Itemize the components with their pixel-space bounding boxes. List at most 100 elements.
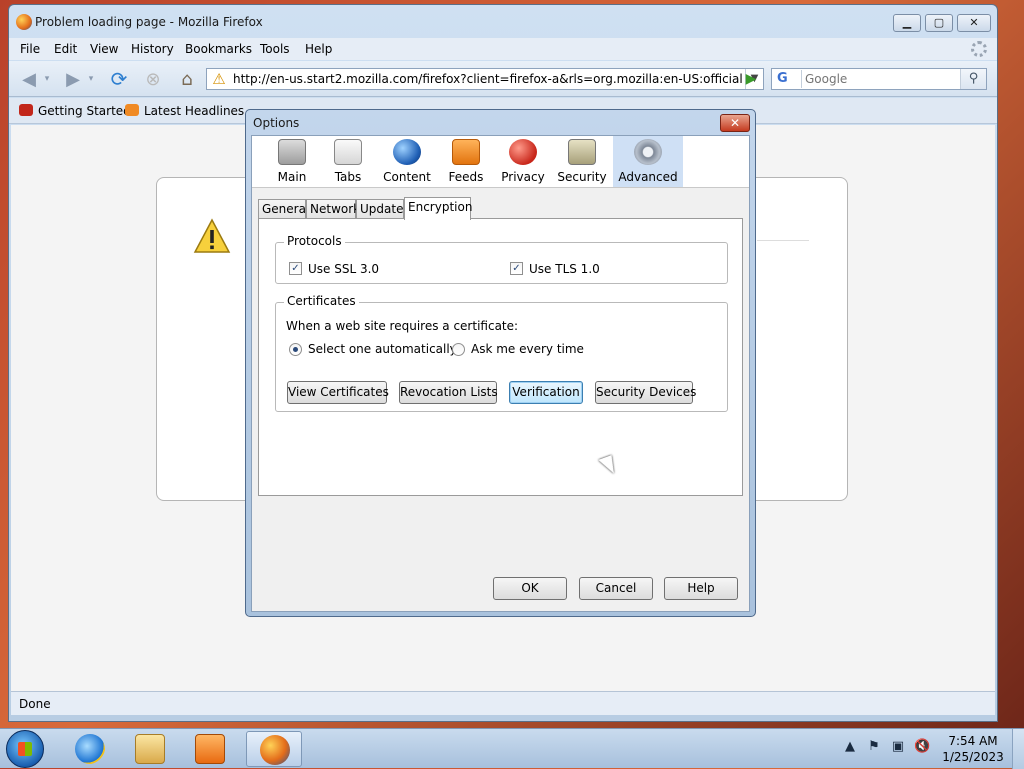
- help-button[interactable]: Help: [664, 577, 738, 600]
- options-dialog: Options ✕ Main Tabs Content Feeds Privac…: [245, 109, 756, 617]
- tab-update[interactable]: Update: [356, 199, 404, 219]
- taskbar-firefox[interactable]: [246, 731, 302, 767]
- network-icon[interactable]: ▣: [890, 739, 906, 755]
- tab-general[interactable]: General: [258, 199, 309, 219]
- menu-edit[interactable]: Edit: [54, 42, 77, 56]
- search-icon[interactable]: ⚲: [960, 69, 986, 89]
- ask-every-time-radio[interactable]: [452, 343, 465, 356]
- tls-checkbox[interactable]: ✓: [510, 262, 523, 275]
- pane-content[interactable]: Content: [377, 136, 437, 187]
- minimize-button[interactable]: ▁: [893, 14, 921, 32]
- bookmark-latest-headlines[interactable]: Latest Headlines: [125, 104, 244, 118]
- pane-privacy[interactable]: Privacy: [493, 136, 553, 187]
- url-text[interactable]: http://en-us.start2.mozilla.com/firefox?…: [233, 72, 743, 86]
- taskbar-internet-explorer[interactable]: [62, 731, 118, 767]
- pane-label: Tabs: [334, 170, 362, 184]
- certificates-group: Certificates When a web site requires a …: [275, 294, 728, 412]
- forward-icon[interactable]: ▶: [61, 67, 85, 91]
- dialog-title: Options: [253, 116, 300, 130]
- dialog-close-button[interactable]: ✕: [720, 114, 750, 132]
- protocols-label: Protocols: [284, 234, 345, 248]
- tabs-pane-icon: [334, 139, 362, 165]
- taskbar-media-player[interactable]: [182, 731, 238, 767]
- view-certificates-button[interactable]: View Certificates: [287, 381, 389, 404]
- menu-file[interactable]: File: [20, 42, 40, 56]
- go-icon[interactable]: ▶: [741, 68, 761, 90]
- pane-selector: Main Tabs Content Feeds Privacy Security: [252, 136, 749, 188]
- ok-button[interactable]: OK: [493, 577, 567, 600]
- ssl-label: Use SSL 3.0: [308, 262, 380, 276]
- action-center-flag-icon[interactable]: ⚑: [866, 739, 882, 755]
- url-bar[interactable]: ⚠ http://en-us.start2.mozilla.com/firefo…: [206, 68, 764, 90]
- firefox-icon: [260, 735, 290, 765]
- firefox-icon: [16, 14, 32, 30]
- menu-bookmarks[interactable]: Bookmarks: [185, 42, 252, 56]
- cancel-button[interactable]: Cancel: [579, 577, 653, 600]
- pane-label: Security: [557, 170, 607, 184]
- home-icon[interactable]: ⌂: [175, 67, 199, 91]
- pane-label: Feeds: [448, 170, 484, 184]
- show-hidden-icons-icon[interactable]: ▲: [842, 739, 858, 755]
- menu-help[interactable]: Help: [305, 42, 332, 56]
- search-input[interactable]: [805, 70, 955, 88]
- tls-label: Use TLS 1.0: [529, 262, 600, 276]
- warning-icon: [193, 218, 231, 253]
- maximize-button[interactable]: ▢: [925, 14, 953, 32]
- menu-tools[interactable]: Tools: [260, 42, 290, 56]
- tab-encryption[interactable]: Encryption: [404, 197, 472, 220]
- select-automatically-label: Select one automatically: [308, 342, 457, 356]
- pane-security[interactable]: Security: [552, 136, 612, 187]
- throbber-icon: [971, 41, 987, 57]
- pane-label: Privacy: [501, 170, 545, 184]
- stop-icon[interactable]: ⊗: [141, 67, 165, 91]
- close-button[interactable]: ✕: [957, 14, 991, 32]
- pane-label: Content: [383, 170, 431, 184]
- ssl-checkbox[interactable]: ✓: [289, 262, 302, 275]
- internet-explorer-icon: [75, 734, 105, 764]
- pane-advanced[interactable]: Advanced: [613, 136, 683, 187]
- forward-history-chevron-icon[interactable]: ▾: [85, 67, 97, 91]
- privacy-icon: [509, 139, 537, 165]
- ask-every-time-label: Ask me every time: [471, 342, 584, 356]
- bookmark-getting-started[interactable]: Getting Started: [19, 104, 131, 118]
- back-icon[interactable]: ◀: [17, 67, 41, 91]
- bookmark-label: Getting Started: [38, 104, 131, 118]
- taskbar-explorer[interactable]: [122, 731, 178, 767]
- feeds-icon: [452, 139, 480, 165]
- clock-date: 1/25/2023: [942, 750, 1004, 764]
- security-devices-button[interactable]: Security Devices: [595, 381, 696, 404]
- navigation-toolbar: ◀ ▾ ▶ ▾ ⟳ ⊗ ⌂ ⚠ http://en-us.start2.mozi…: [9, 61, 997, 97]
- volume-muted-icon[interactable]: 🔇: [914, 739, 930, 755]
- globe-icon: [393, 139, 421, 165]
- clock[interactable]: 7:54 AM 1/25/2023: [938, 733, 1008, 765]
- select-automatically-radio[interactable]: [289, 343, 302, 356]
- rss-icon: [125, 104, 139, 116]
- status-bar: Done: [11, 691, 995, 715]
- certificates-label: Certificates: [284, 294, 359, 308]
- main-pane-icon: [278, 139, 306, 165]
- tab-network[interactable]: Network: [306, 199, 360, 219]
- search-bar[interactable]: G ⚲: [771, 68, 987, 90]
- verification-button[interactable]: Verification: [509, 381, 583, 404]
- menu-history[interactable]: History: [131, 42, 174, 56]
- bookmark-label: Latest Headlines: [144, 104, 245, 118]
- pane-feeds[interactable]: Feeds: [436, 136, 496, 187]
- start-button[interactable]: [6, 730, 44, 768]
- reload-icon[interactable]: ⟳: [107, 67, 131, 91]
- window-title: Problem loading page - Mozilla Firefox: [35, 15, 263, 29]
- gear-icon: [634, 139, 662, 165]
- folder-icon: [135, 734, 165, 764]
- menu-view[interactable]: View: [90, 42, 118, 56]
- firefox-bookmark-icon: [19, 104, 33, 116]
- encryption-panel: Protocols ✓ Use SSL 3.0 ✓ Use TLS 1.0 Ce…: [258, 218, 743, 496]
- error-divider: [757, 240, 809, 241]
- certificate-prompt: When a web site requires a certificate:: [286, 319, 519, 333]
- back-history-chevron-icon[interactable]: ▾: [41, 67, 53, 91]
- pane-main[interactable]: Main: [262, 136, 322, 187]
- search-engine-icon[interactable]: G: [774, 70, 802, 88]
- pane-tabs[interactable]: Tabs: [318, 136, 378, 187]
- lock-icon: [568, 139, 596, 165]
- taskbar: ▲ ⚑ ▣ 🔇 7:54 AM 1/25/2023: [0, 728, 1024, 769]
- show-desktop-button[interactable]: [1012, 729, 1024, 769]
- revocation-lists-button[interactable]: Revocation Lists: [399, 381, 498, 404]
